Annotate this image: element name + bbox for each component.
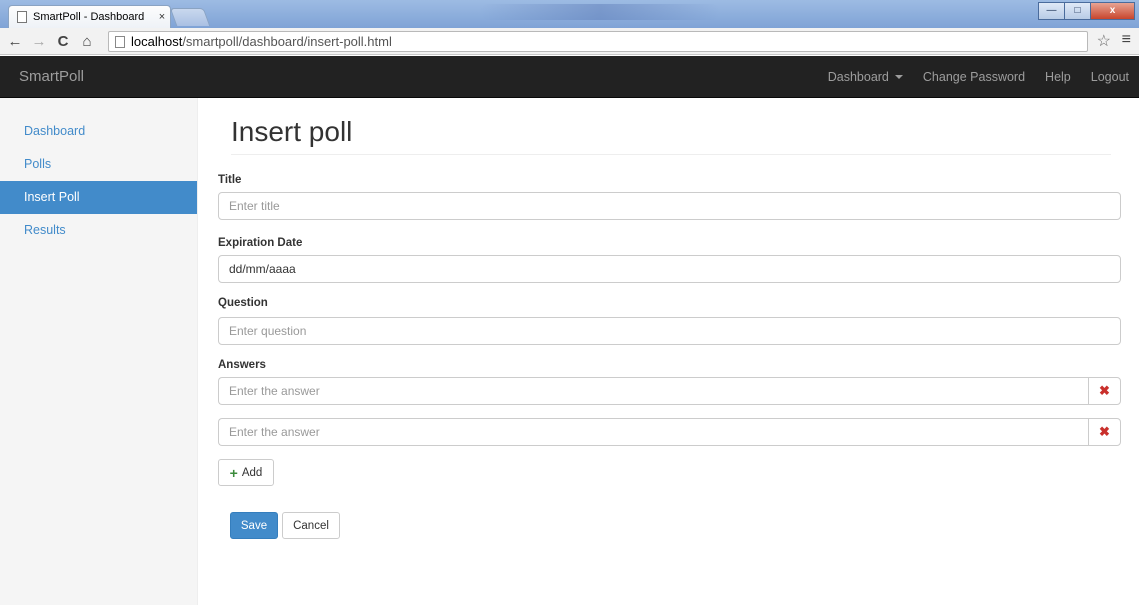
address-bar[interactable]: localhost/smartpoll/dashboard/insert-pol… [108,31,1088,52]
brand-logo[interactable]: SmartPoll [19,68,84,85]
reload-icon[interactable]: C [54,33,72,50]
url-path: /smartpoll/dashboard/insert-poll.html [182,34,392,49]
home-icon[interactable]: ⌂ [78,33,96,50]
add-button-label: Add [241,466,263,479]
answer-row: ✖ [218,418,1121,446]
expiration-date-label: Expiration Date [218,237,303,249]
tab-title: SmartPoll - Dashboard [33,11,145,23]
question-label: Question [218,297,268,309]
nav-dashboard-dropdown[interactable]: Dashboard [818,70,913,84]
navbar-links: Dashboard Change Password Help Logout [818,56,1139,98]
sidebar-item-insert-poll[interactable]: Insert Poll [0,181,197,214]
sidebar-item-polls[interactable]: Polls [0,148,197,181]
browser-tabstrip: SmartPoll - Dashboard × — □ x [0,0,1139,28]
app-navbar: SmartPoll Dashboard Change Password Help… [0,56,1139,98]
page-icon [17,11,27,23]
caret-down-icon [894,75,903,79]
title-label: Title [218,174,242,186]
main-content: Insert poll Title Expiration Date Questi… [198,98,1139,605]
question-input[interactable] [218,317,1121,345]
answer-row: ✖ [218,377,1121,405]
window-title-blur [480,4,720,20]
browser-tab[interactable]: SmartPoll - Dashboard × [8,5,171,28]
close-window-button[interactable]: x [1090,2,1135,20]
answers-label: Answers [218,359,266,371]
nav-help[interactable]: Help [1035,70,1081,84]
page-icon [115,35,125,48]
save-button[interactable]: Save [230,512,278,539]
add-answer-button[interactable]: + Add [218,459,274,486]
page-title: Insert poll [231,116,353,147]
maximize-button[interactable]: □ [1064,2,1091,20]
nav-change-password[interactable]: Change Password [913,70,1035,84]
nav-dashboard-label: Dashboard [827,70,889,84]
remove-answer-icon[interactable]: ✖ [1088,418,1121,446]
tab-close-icon[interactable]: × [154,11,170,23]
nav-logout[interactable]: Logout [1081,70,1139,84]
sidebar-item-dashboard[interactable]: Dashboard [0,115,197,148]
title-divider [231,154,1111,155]
window-controls: — □ x [1038,2,1135,20]
minimize-button[interactable]: — [1038,2,1065,20]
remove-answer-icon[interactable]: ✖ [1088,377,1121,405]
new-tab-button[interactable] [169,8,211,26]
browser-toolbar: ← → C ⌂ localhost/smartpoll/dashboard/in… [0,28,1139,55]
plus-icon: + [229,464,238,481]
answer-input[interactable] [218,377,1088,405]
bookmark-star-icon[interactable]: ☆ [1097,31,1111,51]
answer-input[interactable] [218,418,1088,446]
url-host: localhost [131,34,183,49]
menu-icon[interactable]: ≡ [1122,31,1131,49]
sidebar-item-results[interactable]: Results [0,214,197,247]
forward-icon[interactable]: → [30,33,48,50]
back-icon[interactable]: ← [6,33,24,50]
title-input[interactable] [218,192,1121,220]
cancel-button[interactable]: Cancel [282,512,340,539]
sidebar: Dashboard Polls Insert Poll Results [0,98,198,605]
expiration-date-input[interactable] [218,255,1121,283]
